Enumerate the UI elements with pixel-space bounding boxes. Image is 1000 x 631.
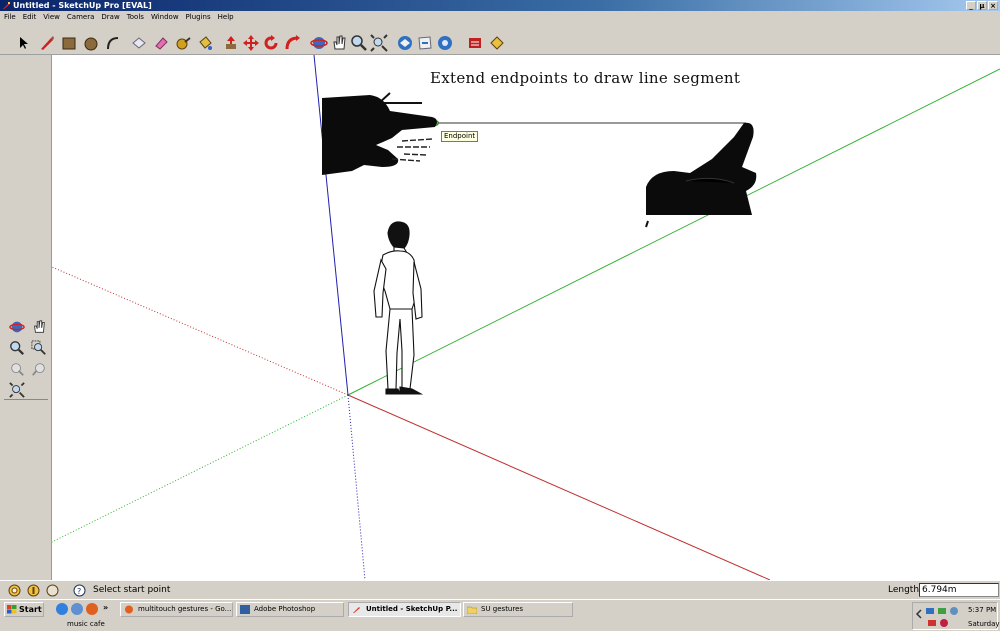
antivirus-icon[interactable]	[927, 618, 937, 628]
status-instructions: Select start point	[93, 585, 171, 595]
rotate-icon[interactable]	[262, 34, 280, 52]
clock-time[interactable]: 5:37 PM	[968, 606, 996, 614]
next-view-icon[interactable]	[31, 361, 47, 377]
task-sketchup[interactable]: Untitled - SketchUp P...	[348, 602, 461, 617]
endpoint-tooltip: Endpoint	[441, 131, 479, 142]
menu-edit[interactable]: Edit	[23, 11, 37, 23]
red-axis-positive	[347, 394, 771, 580]
component-tool-icon[interactable]	[488, 34, 506, 52]
user-account-icon[interactable]	[46, 584, 59, 597]
task-label: multitouch gestures - Go...	[138, 605, 232, 613]
zoom-icon[interactable]	[350, 34, 368, 52]
folder-icon	[467, 606, 477, 614]
menu-camera[interactable]: Camera	[67, 11, 94, 23]
pencil-line-icon[interactable]	[38, 34, 56, 52]
blue-axis-negative	[347, 394, 366, 580]
firefox-quicklaunch-icon[interactable]	[86, 603, 98, 615]
georeference-icon[interactable]	[8, 584, 21, 597]
task-label: Adobe Photoshop	[254, 605, 316, 613]
menu-bar: File Edit View Camera Draw Tools Window …	[0, 11, 1000, 23]
menu-view[interactable]: View	[43, 11, 60, 23]
previous-view-icon[interactable]	[9, 361, 25, 377]
human-figure[interactable]	[373, 221, 424, 395]
gesture-caption: Extend endpoints to draw line segment	[430, 69, 741, 87]
menu-tools[interactable]: Tools	[127, 11, 144, 23]
zoom-icon[interactable]	[9, 340, 25, 356]
camera-toolbar	[0, 55, 52, 580]
right-hand-photo	[645, 122, 757, 228]
orbit-icon[interactable]	[9, 319, 25, 335]
messenger-icon[interactable]	[949, 606, 959, 616]
length-label: Length	[888, 585, 920, 595]
main-toolbar	[0, 23, 1000, 55]
get-models-icon[interactable]	[396, 34, 414, 52]
task-photoshop[interactable]: Adobe Photoshop	[236, 602, 344, 617]
sketchup-app-icon	[3, 2, 10, 9]
window-title: Untitled - SketchUp Pro [EVAL]	[13, 1, 152, 10]
desktop-quicklaunch-icon[interactable]	[71, 603, 83, 615]
task-label: SU gestures	[481, 605, 524, 613]
volume-icon[interactable]	[937, 606, 947, 616]
pan-hand-icon[interactable]	[330, 34, 348, 52]
security-shield-icon[interactable]	[939, 618, 949, 628]
svg-text:?: ?	[77, 587, 81, 596]
restore-button[interactable]: µ	[977, 1, 987, 10]
toolbar-divider	[4, 399, 48, 400]
task-label: Untitled - SketchUp P...	[366, 605, 458, 613]
title-bar: Untitled - SketchUp Pro [EVAL] _ µ ×	[0, 0, 1000, 11]
start-label: Start	[19, 605, 42, 614]
length-input[interactable]: 6.794m	[919, 583, 999, 597]
green-axis-negative	[52, 394, 349, 543]
credits-icon[interactable]	[27, 584, 40, 597]
network-icon[interactable]	[925, 606, 935, 616]
zoom-extents-icon[interactable]	[9, 382, 25, 398]
clock-day: Saturday	[968, 620, 1000, 628]
drawing-viewport[interactable]: Extend endpoints to draw line segment En…	[52, 55, 1000, 580]
start-button[interactable]: Start	[4, 602, 44, 617]
help-icon[interactable]: ?	[73, 584, 86, 597]
menu-file[interactable]: File	[4, 11, 16, 23]
windows-flag-icon	[7, 605, 17, 614]
red-axis-negative	[52, 266, 349, 396]
minimize-button[interactable]: _	[966, 1, 976, 10]
task-su-gestures[interactable]: SU gestures	[463, 602, 573, 617]
tape-measure-icon[interactable]	[174, 34, 192, 52]
extension-warehouse-icon[interactable]	[466, 34, 484, 52]
pan-hand-icon[interactable]	[31, 319, 47, 335]
share-component-icon[interactable]	[436, 34, 454, 52]
circle-icon[interactable]	[82, 34, 100, 52]
push-pull-icon[interactable]	[222, 34, 240, 52]
menu-help[interactable]: Help	[218, 11, 234, 23]
ie-quicklaunch-icon[interactable]	[56, 603, 68, 615]
rectangle-icon[interactable]	[60, 34, 78, 52]
green-axis-positive	[347, 68, 1000, 396]
menu-window[interactable]: Window	[151, 11, 179, 23]
orbit-icon[interactable]	[310, 34, 328, 52]
photoshop-icon	[240, 605, 250, 614]
quicklaunch-chevron[interactable]: »	[103, 603, 108, 612]
task-firefox[interactable]: multitouch gestures - Go...	[120, 602, 233, 617]
paint-bucket-icon[interactable]	[196, 34, 214, 52]
menu-draw[interactable]: Draw	[101, 11, 119, 23]
select-tool-icon[interactable]	[14, 34, 32, 52]
make-component-icon[interactable]	[130, 34, 148, 52]
windows-taskbar: Start » multitouch gestures - Go... Adob…	[0, 599, 1000, 631]
firefox-icon	[125, 605, 133, 614]
sketchup-icon	[353, 607, 360, 613]
status-bar: ? Select start point Length 6.794m	[0, 580, 1000, 599]
tray-expand-icon[interactable]	[915, 609, 923, 619]
eraser-icon[interactable]	[152, 34, 170, 52]
move-icon[interactable]	[242, 34, 260, 52]
zoom-window-icon[interactable]	[31, 340, 47, 356]
follow-me-icon[interactable]	[284, 34, 302, 52]
share-model-icon[interactable]	[416, 34, 434, 52]
zoom-extents-icon[interactable]	[370, 34, 388, 52]
toolbar-sublabel: music cafe	[67, 620, 105, 628]
left-hand-photo	[322, 95, 437, 175]
close-button[interactable]: ×	[988, 1, 998, 10]
scene-canvas	[52, 55, 1000, 580]
arc-icon[interactable]	[104, 34, 122, 52]
menu-plugins[interactable]: Plugins	[186, 11, 211, 23]
